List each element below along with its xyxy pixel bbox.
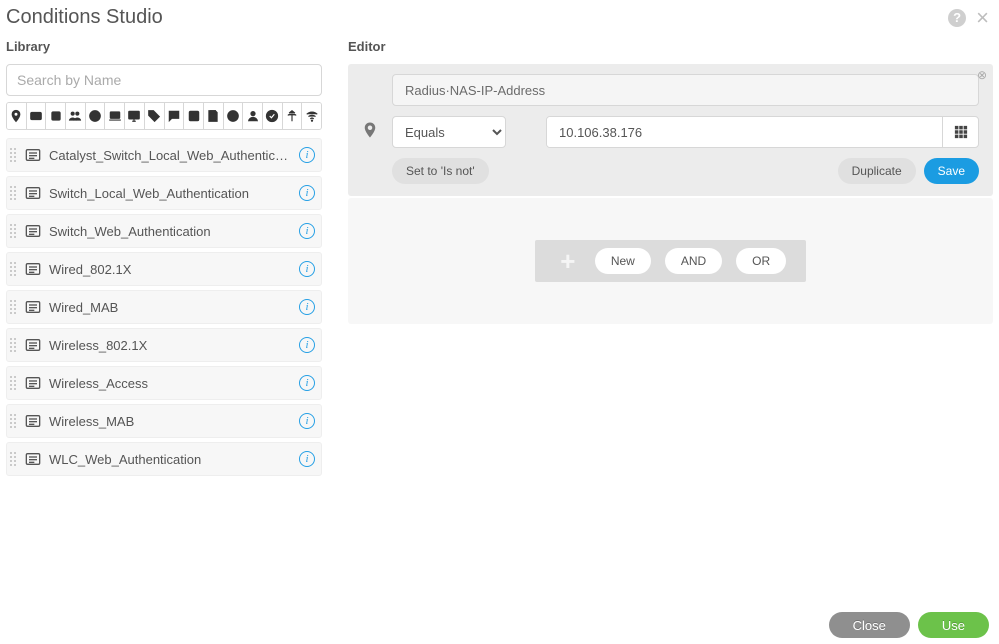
library-item[interactable]: Wireless_Access i <box>6 366 322 400</box>
close-button[interactable]: Close <box>829 612 910 638</box>
condition-icon <box>23 338 43 352</box>
info-icon[interactable]: i <box>299 147 315 163</box>
value-input[interactable] <box>547 117 942 147</box>
condition-icon <box>23 262 43 276</box>
condition-type-icon <box>348 64 392 196</box>
use-button[interactable]: Use <box>918 612 989 638</box>
filter-box-icon[interactable] <box>46 103 66 129</box>
library-item-label: WLC_Web_Authentication <box>49 452 293 467</box>
library-item[interactable]: Wired_MAB i <box>6 290 322 324</box>
info-icon[interactable]: i <box>299 299 315 315</box>
drag-handle-icon[interactable] <box>9 148 17 162</box>
new-button[interactable]: New <box>595 248 651 274</box>
help-icon[interactable]: ? <box>948 9 966 27</box>
filter-row <box>6 102 322 130</box>
header: Conditions Studio ? × <box>0 0 999 39</box>
search-input[interactable] <box>6 64 322 96</box>
condition-icon <box>23 300 43 314</box>
drag-handle-icon[interactable] <box>9 262 17 276</box>
library-item-label: Wireless_Access <box>49 376 293 391</box>
drag-handle-icon[interactable] <box>9 414 17 428</box>
duplicate-button[interactable]: Duplicate <box>838 158 916 184</box>
filter-arrow-icon[interactable] <box>184 103 204 129</box>
library-item-label: Wireless_802.1X <box>49 338 293 353</box>
library-item[interactable]: Wireless_MAB i <box>6 404 322 438</box>
info-icon[interactable]: i <box>299 337 315 353</box>
info-icon[interactable]: i <box>299 413 315 429</box>
library-item[interactable]: Wired_802.1X i <box>6 252 322 286</box>
condition-card: ⊗ Radius·NAS-IP-Address Equals <box>348 64 993 196</box>
filter-clock-icon[interactable] <box>224 103 244 129</box>
editor-combinator-zone: + New AND OR <box>348 198 993 324</box>
condition-icon <box>23 186 43 200</box>
library-item[interactable]: Wireless_802.1X i <box>6 328 322 362</box>
and-button[interactable]: AND <box>665 248 722 274</box>
drag-handle-icon[interactable] <box>9 338 17 352</box>
header-actions: ? × <box>948 7 991 29</box>
filter-wifi-icon[interactable] <box>302 103 321 129</box>
condition-icon <box>23 148 43 162</box>
filter-antenna-icon[interactable] <box>283 103 303 129</box>
footer: Close Use <box>829 612 989 638</box>
value-wrap <box>546 116 979 148</box>
filter-user-icon[interactable] <box>243 103 263 129</box>
filter-globe-icon[interactable] <box>86 103 106 129</box>
filter-tag-icon[interactable] <box>145 103 165 129</box>
library-item[interactable]: Switch_Local_Web_Authentication i <box>6 176 322 210</box>
filter-chat-icon[interactable] <box>165 103 185 129</box>
condition-icon <box>23 224 43 238</box>
library-item-label: Switch_Local_Web_Authentication <box>49 186 293 201</box>
attribute-field[interactable]: Radius·NAS-IP-Address <box>392 74 979 106</box>
drag-handle-icon[interactable] <box>9 224 17 238</box>
filter-group-icon[interactable] <box>66 103 86 129</box>
operator-select[interactable]: Equals <box>392 116 506 148</box>
editor-label: Editor <box>348 39 993 54</box>
info-icon[interactable]: i <box>299 185 315 201</box>
info-icon[interactable]: i <box>299 261 315 277</box>
condition-icon <box>23 452 43 466</box>
library-item-label: Catalyst_Switch_Local_Web_Authentication <box>49 148 293 163</box>
page-title: Conditions Studio <box>6 6 163 29</box>
filter-location-icon[interactable] <box>7 103 27 129</box>
value-picker-icon[interactable] <box>942 117 978 147</box>
library-item[interactable]: Catalyst_Switch_Local_Web_Authentication… <box>6 138 322 172</box>
filter-id-icon[interactable] <box>27 103 47 129</box>
library-item[interactable]: WLC_Web_Authentication i <box>6 442 322 476</box>
or-button[interactable]: OR <box>736 248 786 274</box>
library-list: Catalyst_Switch_Local_Web_Authentication… <box>6 138 322 476</box>
filter-monitor-icon[interactable] <box>125 103 145 129</box>
library-item-label: Wireless_MAB <box>49 414 293 429</box>
search-wrap <box>6 64 322 96</box>
close-icon[interactable]: × <box>974 7 991 29</box>
library-item[interactable]: Switch_Web_Authentication i <box>6 214 322 248</box>
library-item-label: Wired_MAB <box>49 300 293 315</box>
drag-handle-icon[interactable] <box>9 186 17 200</box>
library-label: Library <box>6 39 322 54</box>
condition-icon <box>23 376 43 390</box>
drag-handle-icon[interactable] <box>9 300 17 314</box>
library-item-label: Switch_Web_Authentication <box>49 224 293 239</box>
library-item-label: Wired_802.1X <box>49 262 293 277</box>
set-isnot-button[interactable]: Set to 'Is not' <box>392 158 489 184</box>
add-icon[interactable]: + <box>555 248 581 274</box>
library-panel: Library Catalyst_Switch_Local_Web_Authen… <box>6 39 322 476</box>
card-menu-icon[interactable]: ⊗ <box>977 68 987 82</box>
filter-check-icon[interactable] <box>263 103 283 129</box>
info-icon[interactable]: i <box>299 451 315 467</box>
filter-save-icon[interactable] <box>204 103 224 129</box>
filter-laptop-icon[interactable] <box>105 103 125 129</box>
info-icon[interactable]: i <box>299 223 315 239</box>
condition-body: Radius·NAS-IP-Address Equals Set to 'Is … <box>392 64 993 196</box>
combinator-bar: + New AND OR <box>535 240 806 282</box>
save-button[interactable]: Save <box>924 158 979 184</box>
editor-panel: Editor ⊗ Radius·NAS-IP-Address Equals <box>348 39 993 476</box>
condition-icon <box>23 414 43 428</box>
drag-handle-icon[interactable] <box>9 376 17 390</box>
info-icon[interactable]: i <box>299 375 315 391</box>
drag-handle-icon[interactable] <box>9 452 17 466</box>
